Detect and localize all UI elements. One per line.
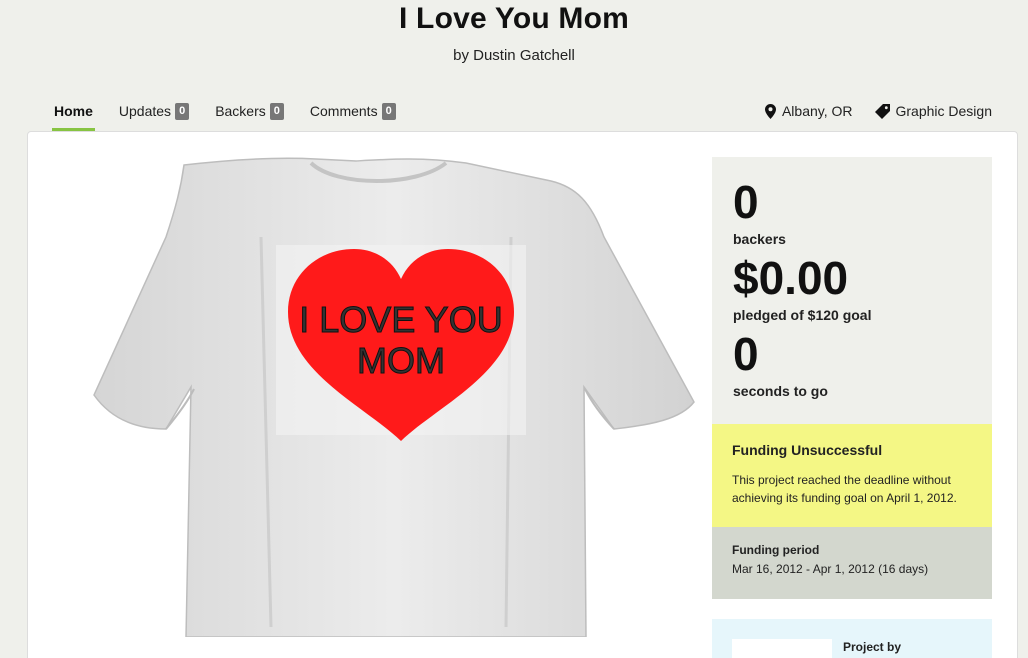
- backers-count: 0: [733, 176, 759, 228]
- tab-updates-label: Updates: [118, 103, 172, 119]
- location-link[interactable]: Albany, OR: [764, 103, 853, 119]
- tab-updates[interactable]: Updates 0: [118, 100, 190, 132]
- project-byline: by Dustin Gatchell: [453, 47, 575, 64]
- tab-backers-label: Backers: [215, 103, 266, 119]
- creator-label: Project by: [843, 640, 902, 654]
- category-label: Graphic Design: [895, 103, 993, 119]
- backers-count-badge: 0: [269, 103, 284, 120]
- updates-count-badge: 0: [175, 103, 190, 120]
- tab-home[interactable]: Home: [52, 100, 95, 132]
- tab-backers[interactable]: Backers 0: [215, 100, 284, 132]
- notice-title: Funding Unsuccessful: [732, 442, 883, 458]
- project-meta: Albany, OR Graphic Design: [743, 103, 992, 119]
- notice-text: This project reached the deadline withou…: [732, 473, 957, 505]
- creator-panel: Project by: [712, 619, 992, 658]
- pledged-label: pledged of $120 goal: [733, 307, 872, 323]
- funding-status-notice: Funding Unsuccessful This project reache…: [712, 424, 992, 527]
- time-remaining: 0: [733, 328, 759, 380]
- time-label: seconds to go: [733, 383, 828, 399]
- shirt-text-line2: MOM: [357, 340, 445, 381]
- tag-icon: [874, 103, 890, 119]
- tshirt-photo: I LOVE YOU MOM: [93, 157, 695, 637]
- project-image[interactable]: I LOVE YOU MOM: [66, 157, 714, 637]
- funding-period: Funding period Mar 16, 2012 - Apr 1, 201…: [712, 527, 992, 599]
- category-link[interactable]: Graphic Design: [874, 103, 993, 119]
- period-title: Funding period: [732, 543, 820, 557]
- project-title: I Love You Mom: [398, 2, 630, 35]
- creator-avatar[interactable]: [732, 639, 832, 658]
- avatar-image: [732, 639, 832, 658]
- stats-panel: 0 backers $0.00 pledged of $120 goal 0 s…: [712, 157, 992, 424]
- location-label: Albany, OR: [781, 103, 853, 119]
- tab-comments[interactable]: Comments 0: [310, 100, 396, 132]
- map-pin-icon: [764, 103, 776, 119]
- project-tabs: Home Updates 0 Backers 0 Comments 0: [52, 100, 422, 132]
- pledged-amount: $0.00: [733, 252, 849, 304]
- tab-home-label: Home: [54, 103, 93, 119]
- comments-count-badge: 0: [381, 103, 396, 120]
- project-card: I LOVE YOU MOM 0 backers $0.00 pledged o…: [27, 131, 1018, 658]
- backers-label: backers: [733, 231, 786, 247]
- period-dates: Mar 16, 2012 - Apr 1, 2012 (16 days): [732, 562, 929, 576]
- tab-comments-label: Comments: [309, 103, 378, 119]
- shirt-text-line1: I LOVE YOU: [299, 299, 502, 340]
